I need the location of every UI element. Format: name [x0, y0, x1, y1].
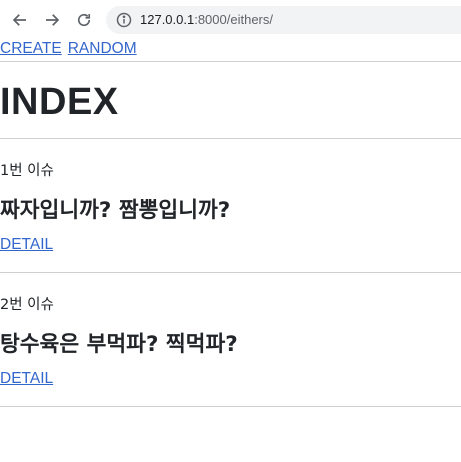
top-nav: CREATE RANDOM — [0, 39, 461, 61]
create-link[interactable]: CREATE — [0, 40, 62, 58]
url-text: 127.0.0.1:8000/eithers/ — [140, 12, 273, 27]
reload-button[interactable] — [70, 6, 98, 34]
random-link[interactable]: RANDOM — [68, 40, 137, 58]
reload-icon — [77, 13, 91, 26]
forward-button[interactable] — [38, 6, 66, 34]
address-bar[interactable]: 127.0.0.1:8000/eithers/ — [106, 5, 461, 34]
issue-title: 탕수육은 부먹파? 찍먹파? — [0, 332, 238, 357]
issue-title: 짜자입니까? 짬뽕입니까? — [0, 198, 231, 223]
page-content: CREATE RANDOM INDEX 1번 이슈 짜자입니까? 짬뽕입니까? … — [0, 39, 461, 407]
info-icon[interactable] — [116, 12, 132, 28]
issue-number-label: 1번 이슈 — [0, 163, 54, 179]
issue-number-label: 2번 이슈 — [0, 297, 54, 313]
url-path: :8000/eithers/ — [194, 12, 273, 27]
url-host: 127.0.0.1 — [140, 12, 195, 27]
arrow-left-icon — [12, 13, 26, 26]
back-button[interactable] — [6, 6, 34, 34]
detail-link[interactable]: DETAIL — [0, 370, 53, 387]
arrow-right-icon — [46, 13, 60, 26]
divider — [0, 406, 461, 407]
page-title: INDEX — [0, 81, 119, 123]
browser-toolbar: 127.0.0.1:8000/eithers/ — [0, 0, 461, 39]
issue-item: 1번 이슈 짜자입니까? 짬뽕입니까? DETAIL — [0, 139, 461, 272]
issue-item: 2번 이슈 탕수육은 부먹파? 찍먹파? DETAIL — [0, 273, 461, 406]
detail-link[interactable]: DETAIL — [0, 236, 53, 253]
